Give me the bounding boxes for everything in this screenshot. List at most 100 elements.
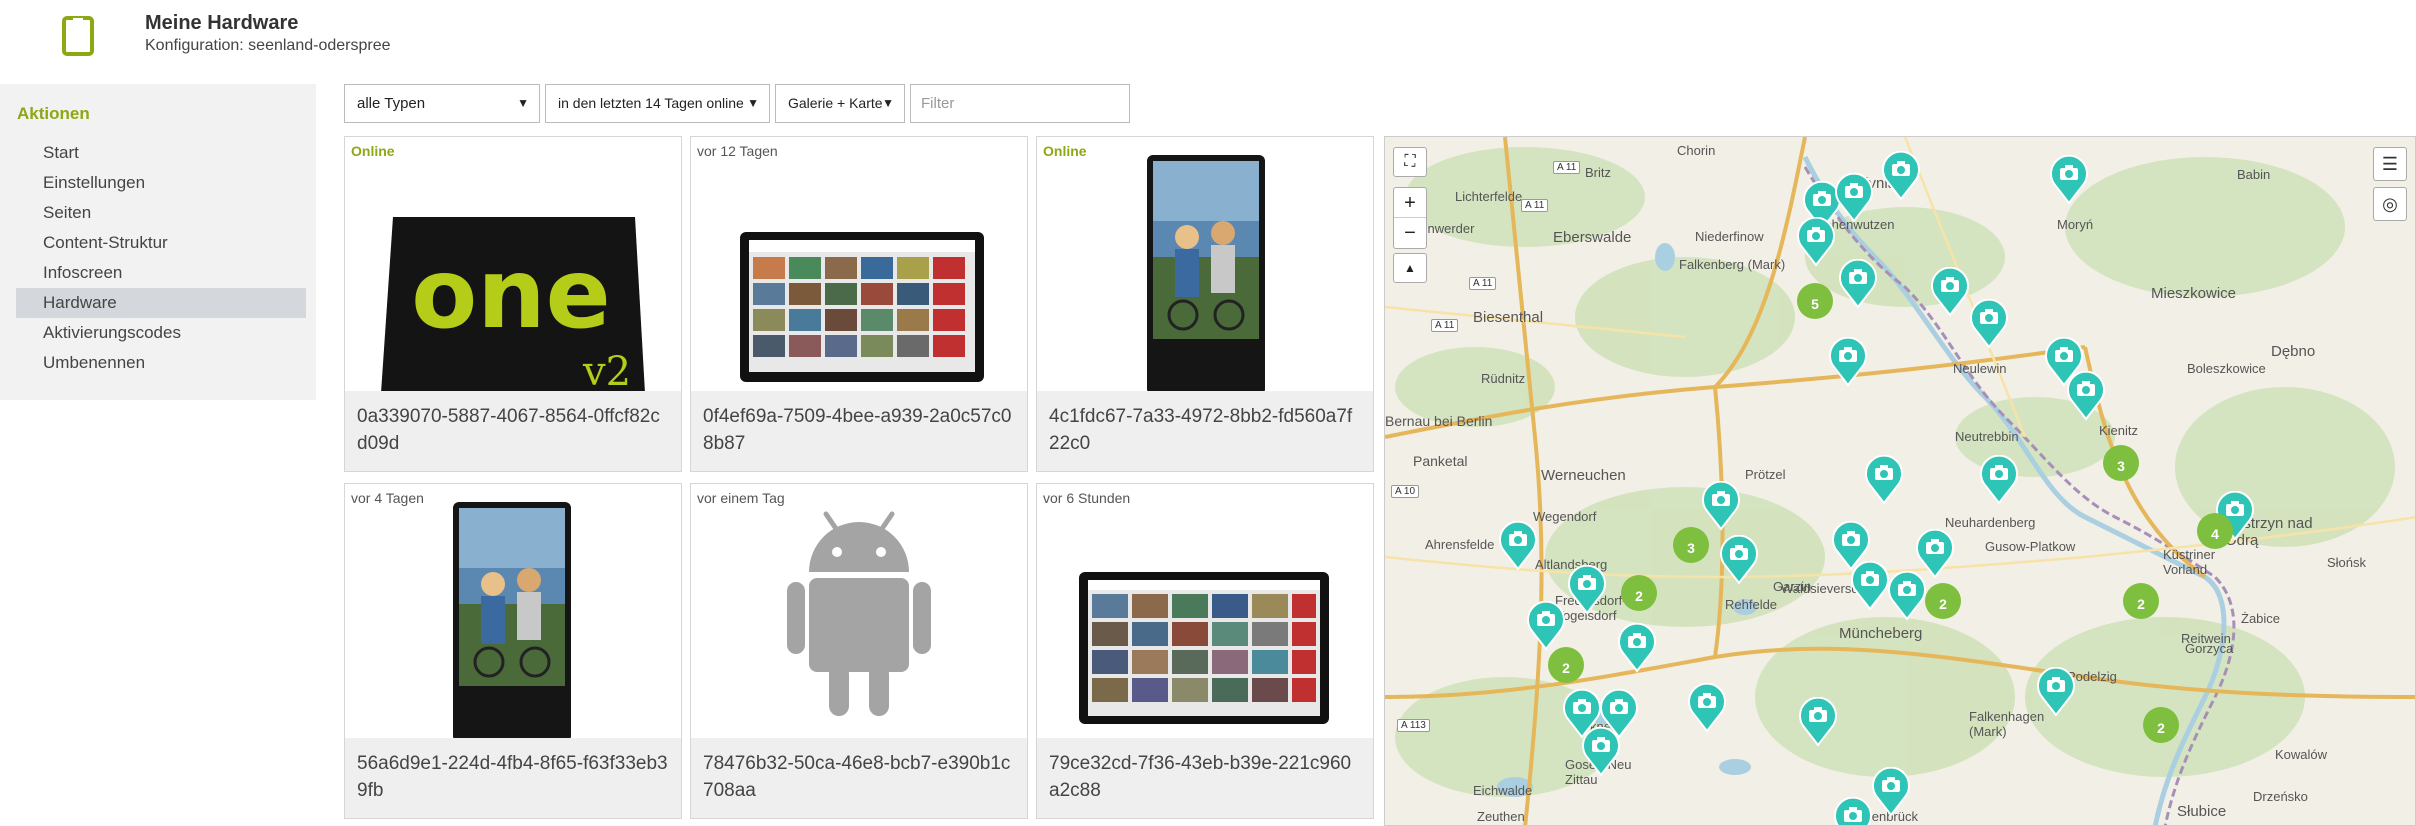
status-badge: vor einem Tag: [697, 490, 785, 506]
status-badge: vor 4 Tagen: [351, 490, 424, 506]
camera-pin-icon[interactable]: [1969, 298, 2009, 349]
camera-pin-icon[interactable]: [1881, 150, 1921, 201]
device-card[interactable]: vor 6 Stunden 79ce32cd-7f36-43eb-b39e-22…: [1036, 483, 1374, 819]
device-image-kiosk: [345, 484, 681, 742]
sidebar-item-content-struktur[interactable]: Content-Struktur: [16, 228, 306, 258]
chevron-down-icon: ▼: [747, 96, 759, 110]
map-label-town: Eichwalde: [1473, 783, 1533, 798]
map-label-town: Słubice: [2177, 803, 2227, 820]
locate-icon[interactable]: ◎: [2373, 187, 2407, 221]
camera-pin-icon[interactable]: [1798, 696, 1838, 747]
status-badge: Online: [1043, 143, 1087, 159]
map-label-town: Gusow-Platkow: [1985, 539, 2076, 554]
map-label-town: Panketal: [1413, 453, 1468, 469]
map-label-town: Słońsk: [2327, 555, 2367, 570]
zoom-in-button[interactable]: +: [1394, 188, 1426, 218]
sidebar: Aktionen Start Einstellungen Seiten Cont…: [0, 84, 316, 400]
map-view[interactable]: Chorin Britz Cedynia Lichterfelde Ebersw…: [1384, 136, 2416, 826]
device-caption: 78476b32-50ca-46e8-bcb7-e390b1c708aa: [691, 738, 1027, 818]
layers-icon[interactable]: ☰: [2373, 147, 2407, 181]
camera-pin-icon[interactable]: [1719, 534, 1759, 585]
filter-input[interactable]: Filter: [910, 84, 1130, 123]
marker-cluster[interactable]: 3: [2103, 445, 2139, 481]
view-select[interactable]: Galerie + Karte ▼: [775, 84, 905, 123]
map-label-town: Bernau bei Berlin: [1385, 413, 1493, 429]
route-shield: A 11: [1521, 199, 1549, 212]
route-shield: A 11: [1431, 319, 1459, 332]
sidebar-item-start[interactable]: Start: [16, 138, 306, 168]
camera-pin-icon[interactable]: [1701, 480, 1741, 531]
camera-pin-icon[interactable]: [1871, 766, 1911, 817]
zoom-out-button[interactable]: −: [1394, 218, 1426, 248]
time-select[interactable]: in den letzten 14 Tagen online ▼: [545, 84, 770, 123]
device-card[interactable]: vor einem Tag 78476b32-50ca-46e8-bcb7-e3…: [690, 483, 1028, 819]
marker-cluster[interactable]: 2: [1925, 583, 1961, 619]
status-badge: vor 12 Tagen: [697, 143, 778, 159]
camera-pin-icon[interactable]: [1834, 172, 1874, 223]
map-label-town: Żabice: [2241, 611, 2281, 626]
north-icon[interactable]: ▲: [1393, 253, 1427, 283]
device-image-kiosk: [1037, 137, 1373, 395]
map-label-town: Britz: [1585, 165, 1611, 180]
camera-pin-icon[interactable]: [1838, 258, 1878, 309]
marker-cluster[interactable]: 2: [1548, 647, 1584, 683]
device-card[interactable]: vor 12 Tagen 0f4ef69a-7509-4bee-a939-2a0…: [690, 136, 1028, 472]
camera-pin-icon[interactable]: [1687, 682, 1727, 733]
view-select-value: Galerie + Karte: [788, 95, 883, 111]
camera-pin-icon[interactable]: [1930, 266, 1970, 317]
type-select[interactable]: alle Typen ▼: [344, 84, 540, 123]
camera-pin-icon[interactable]: [1864, 454, 1904, 505]
camera-pin-icon[interactable]: [1567, 564, 1607, 615]
tablet-icon: [62, 16, 94, 56]
sidebar-item-seiten[interactable]: Seiten: [16, 198, 306, 228]
map-label-town: Biesenthal: [1473, 309, 1544, 326]
camera-pin-icon[interactable]: [1526, 600, 1566, 651]
camera-pin-icon[interactable]: [1850, 560, 1890, 611]
fullscreen-icon[interactable]: ⛶: [1393, 147, 1427, 177]
camera-pin-icon[interactable]: [1828, 336, 1868, 387]
marker-cluster[interactable]: 4: [2197, 513, 2233, 549]
map-label-town: Moryń: [2057, 217, 2094, 232]
route-shield: A 10: [1391, 485, 1420, 498]
camera-pin-icon[interactable]: [1833, 796, 1873, 825]
marker-cluster[interactable]: 2: [2123, 583, 2159, 619]
sidebar-item-umbenennen[interactable]: Umbenennen: [16, 348, 306, 378]
camera-pin-icon[interactable]: [2066, 370, 2106, 421]
device-card[interactable]: Online 4c1fdc67-7a33-4972-8bb2-fd560a7f2…: [1036, 136, 1374, 472]
map-label-town: Kowalów: [2275, 747, 2328, 762]
route-shield: A 11: [1553, 161, 1581, 174]
marker-cluster[interactable]: 3: [1673, 527, 1709, 563]
sidebar-item-aktivierungscodes[interactable]: Aktivierungscodes: [16, 318, 306, 348]
camera-pin-icon[interactable]: [1581, 726, 1621, 777]
status-badge: vor 6 Stunden: [1043, 490, 1131, 506]
camera-pin-icon[interactable]: [1498, 520, 1538, 571]
map-label-town: Rehfelde: [1725, 597, 1778, 612]
map-label-town: Werneuchen: [1541, 467, 1626, 484]
camera-pin-icon[interactable]: [1617, 622, 1657, 673]
camera-pin-icon[interactable]: [1979, 454, 2019, 505]
marker-cluster[interactable]: 2: [1621, 575, 1657, 611]
marker-cluster[interactable]: 2: [2143, 707, 2179, 743]
camera-pin-icon[interactable]: [2036, 666, 2076, 717]
map-label-town: Dębno: [2271, 343, 2316, 360]
marker-cluster[interactable]: 5: [1797, 283, 1833, 319]
chevron-down-icon: ▼: [882, 96, 894, 110]
device-caption: 0f4ef69a-7509-4bee-a939-2a0c57c08b87: [691, 391, 1027, 471]
camera-pin-icon[interactable]: [2049, 154, 2089, 205]
camera-pin-icon[interactable]: [1887, 570, 1927, 621]
device-card[interactable]: Online one v2 0a339070-5887-4067-8564-0f…: [344, 136, 682, 472]
sidebar-item-infoscreen[interactable]: Infoscreen: [16, 258, 306, 288]
device-caption: 4c1fdc67-7a33-4972-8bb2-fd560a7f22c0: [1037, 391, 1373, 471]
device-caption: 0a339070-5887-4067-8564-0ffcf82cd09d: [345, 391, 681, 471]
sidebar-nav: Start Einstellungen Seiten Content-Struk…: [16, 138, 306, 378]
device-card[interactable]: vor 4 Tagen 56a6d9e1-224d-4fb4-8f65-f63f…: [344, 483, 682, 819]
camera-pin-icon[interactable]: [1796, 216, 1836, 267]
sidebar-item-einstellungen[interactable]: Einstellungen: [16, 168, 306, 198]
map-label-town: Zeuthen: [1477, 809, 1525, 824]
device-logo-sub: v2: [582, 349, 631, 394]
route-shield: A 113: [1397, 719, 1430, 732]
sidebar-item-hardware[interactable]: Hardware: [16, 288, 306, 318]
map-label-town: Babin: [2237, 167, 2271, 182]
map-label-town: Neutrebbin: [1955, 429, 2019, 444]
type-select-value: alle Typen: [357, 95, 426, 112]
